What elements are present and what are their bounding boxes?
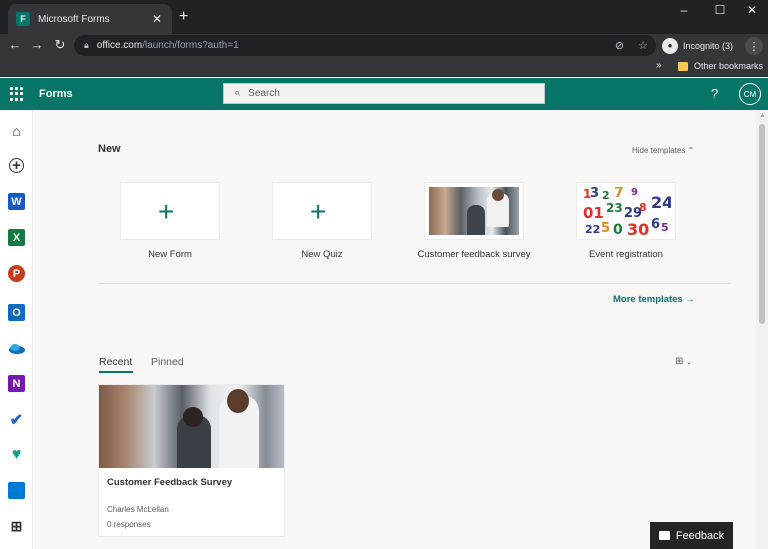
create-icon[interactable]: + — [9, 157, 24, 174]
app-rail: ⌂ + W X P O N ✔ ♥ ⊞ — [0, 110, 33, 549]
event-registration-template-tile[interactable]: 1 3 2 7 9 24 01 23 29 8 22 5 0 30 6 5 — [576, 182, 676, 240]
hide-templates-label: Hide templates — [632, 146, 686, 155]
feedback-label: Feedback — [675, 529, 725, 542]
window-close-icon[interactable]: ✕ — [742, 3, 762, 17]
customer-feedback-template-label[interactable]: Customer feedback survey — [409, 249, 539, 260]
bookmarks-bar: » Other bookmarks — [0, 58, 768, 77]
form-responses: 0 responses — [107, 520, 151, 529]
excel-icon[interactable]: X — [8, 229, 25, 246]
url-path: /launch/forms?auth=1 — [142, 40, 239, 51]
search-icon: ⌕ — [234, 87, 241, 99]
add-app-icon[interactable]: ⊞ — [8, 518, 25, 535]
minimize-icon[interactable]: – — [674, 3, 694, 17]
hide-templates-button[interactable]: Hide templates ⌃ — [632, 146, 694, 155]
url-host: office.com — [96, 40, 143, 51]
chevron-down-icon: ⌄ — [686, 359, 693, 366]
new-section-heading: New — [98, 143, 121, 155]
incognito-label: Incognito (3) — [683, 40, 734, 51]
reload-icon[interactable]: ↻ — [51, 37, 69, 53]
tracking-blocked-icon[interactable]: ⊘ — [615, 39, 624, 52]
feedback-button[interactable]: Feedback — [650, 522, 733, 549]
more-templates-link[interactable]: More templates → — [613, 294, 695, 305]
close-tab-icon[interactable]: ✕ — [150, 12, 164, 26]
main-content: New Hide templates ⌃ + New Form + New Qu… — [33, 110, 756, 549]
forms-header: Forms ⌕ Search ? CM — [0, 78, 768, 110]
address-bar[interactable]: 🔒︎ office.com/launch/forms?auth=1 ⊘ ☆ — [74, 35, 656, 56]
form-owner: Charles McLellan — [107, 505, 169, 514]
bookmark-star-icon[interactable]: ☆ — [638, 39, 648, 52]
form-cover-image — [99, 385, 284, 468]
customer-feedback-template-tile[interactable] — [424, 182, 524, 240]
browser-toolbar: ← → ↻ 🔒︎ office.com/launch/forms?auth=1 … — [0, 34, 768, 58]
maximize-icon[interactable]: ☐ — [710, 3, 730, 17]
scrollbar[interactable]: ▲ — [756, 110, 768, 549]
tab-recent[interactable]: Recent — [99, 356, 132, 368]
more-templates-label: More templates — [613, 294, 683, 305]
powerpoint-icon[interactable]: P — [8, 265, 25, 282]
bookmarks-overflow-icon[interactable]: » — [656, 60, 662, 71]
back-icon[interactable]: ← — [6, 37, 24, 52]
new-quiz-label[interactable]: New Quiz — [257, 249, 387, 260]
form-title: Customer Feedback Survey — [107, 477, 233, 488]
family-safety-icon[interactable]: ♥ — [8, 446, 25, 463]
new-form-tile[interactable]: + — [120, 182, 220, 240]
view-toggle-button[interactable]: ⊞ ⌄ — [675, 356, 692, 367]
numbers-thumbnail-image: 1 3 2 7 9 24 01 23 29 8 22 5 0 30 6 5 — [581, 187, 671, 235]
other-bookmarks-link[interactable]: Other bookmarks — [694, 61, 763, 71]
all-apps-icon[interactable] — [8, 482, 25, 499]
search-placeholder: Search — [248, 88, 280, 99]
forward-icon[interactable]: → — [28, 37, 46, 52]
home-icon[interactable]: ⌂ — [8, 122, 25, 139]
search-input[interactable]: ⌕ Search — [223, 83, 545, 104]
chevron-up-icon: ⌃ — [687, 146, 695, 155]
onedrive-icon[interactable] — [8, 340, 25, 357]
tab-pinned[interactable]: Pinned — [151, 356, 184, 368]
tab-title: Microsoft Forms — [38, 13, 110, 25]
recent-form-card[interactable]: Customer Feedback Survey Charles McLella… — [98, 384, 285, 537]
incognito-icon: ● — [662, 37, 678, 54]
event-registration-template-label[interactable]: Event registration — [561, 249, 691, 260]
browser-tab[interactable]: F Microsoft Forms ✕ — [8, 4, 172, 34]
avatar[interactable]: CM — [739, 83, 761, 105]
lock-icon: 🔒︎ — [84, 40, 89, 50]
todo-icon[interactable]: ✔ — [8, 411, 25, 429]
arrow-right-icon: → — [685, 294, 695, 305]
incognito-indicator[interactable]: ● Incognito (3) — [662, 35, 733, 56]
app-launcher-icon[interactable] — [10, 87, 24, 101]
forms-favicon-icon: F — [16, 12, 30, 26]
new-tab-icon[interactable]: + — [179, 9, 188, 25]
template-thumbnail-image — [429, 187, 519, 235]
browser-menu-icon[interactable]: ⋮ — [745, 37, 763, 55]
tab-recent-underline — [99, 371, 133, 373]
folder-icon — [678, 62, 688, 71]
help-icon[interactable]: ? — [711, 86, 718, 101]
section-divider — [98, 283, 731, 284]
plus-icon: + — [158, 196, 175, 227]
app-title[interactable]: Forms — [39, 88, 73, 100]
scroll-up-icon[interactable]: ▲ — [759, 112, 766, 119]
feedback-icon — [658, 531, 670, 540]
word-icon[interactable]: W — [8, 193, 25, 210]
scroll-thumb[interactable] — [759, 124, 765, 324]
onenote-icon[interactable]: N — [8, 375, 25, 392]
browser-tab-strip: F Microsoft Forms ✕ + – ☐ ✕ — [0, 0, 768, 34]
plus-icon: + — [310, 196, 327, 227]
new-quiz-tile[interactable]: + — [272, 182, 372, 240]
outlook-icon[interactable]: O — [8, 304, 25, 321]
grid-view-icon: ⊞ — [675, 356, 684, 367]
new-form-label[interactable]: New Form — [105, 249, 235, 260]
